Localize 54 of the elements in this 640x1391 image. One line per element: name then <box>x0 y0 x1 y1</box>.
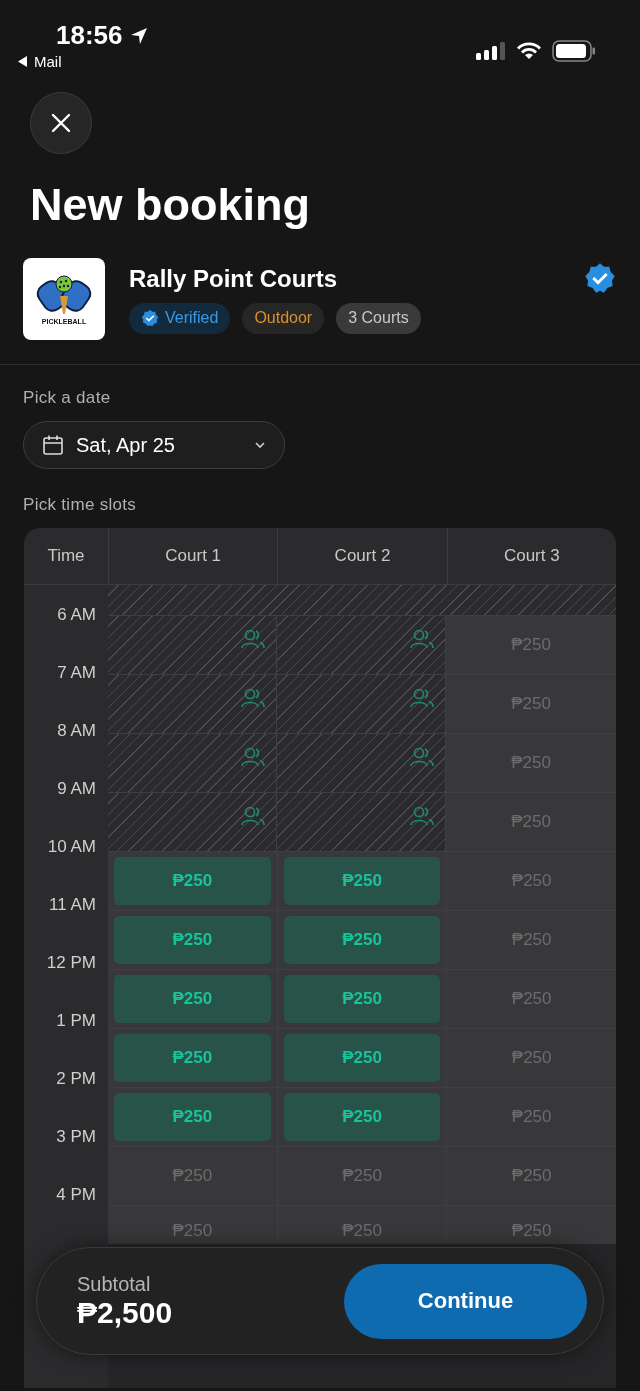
clock-time: 18:56 <box>56 20 123 51</box>
time-label: 10 AM <box>46 837 97 858</box>
time-slot[interactable]: ₱250 <box>283 1093 441 1141</box>
time-slot[interactable]: ₱250 <box>114 857 271 905</box>
time-label: 12 PM <box>45 953 97 974</box>
time-slot[interactable]: ₱250 <box>114 1034 271 1082</box>
time-label: 8 AM <box>56 721 97 742</box>
continue-button[interactable]: Continue <box>344 1263 587 1339</box>
time-slot[interactable]: ₱250 <box>114 916 271 964</box>
time-label: 6 AM <box>56 605 97 626</box>
column-header: Time <box>46 545 86 567</box>
time-slot[interactable]: ₱250 <box>114 1093 271 1141</box>
time-slot[interactable]: ₱250 <box>283 1034 441 1082</box>
back-triangle-icon <box>18 56 28 67</box>
column-header: Court 1 <box>108 528 278 584</box>
calendar-icon <box>42 434 64 456</box>
back-link[interactable]: Mail <box>18 53 149 70</box>
time-label: 9 AM <box>56 779 97 800</box>
time-label: 7 AM <box>56 663 97 684</box>
time-slot[interactable]: ₱250 <box>283 975 441 1023</box>
close-icon <box>51 113 71 133</box>
signal-icon <box>476 40 506 61</box>
date-dropdown[interactable]: Sat, Apr 25 <box>23 421 285 469</box>
column-header: Court 2 <box>277 528 447 584</box>
people-icon <box>409 687 435 709</box>
venue-tag: 3 Courts <box>336 302 421 334</box>
people-icon <box>240 805 266 827</box>
time-label: 4 PM <box>55 1185 97 1206</box>
people-icon <box>409 746 435 768</box>
venue-tag: Outdoor <box>242 302 325 334</box>
venue-tag: Verified <box>129 302 231 334</box>
subtotal-amount: ₱2,500 <box>77 1295 173 1330</box>
time-slot[interactable]: ₱250 <box>283 916 441 964</box>
people-icon <box>240 628 266 650</box>
subtotal-label: Subtotal <box>77 1272 152 1296</box>
time-label: 3 PM <box>55 1127 97 1148</box>
battery-icon <box>552 39 596 62</box>
section-label: Pick time slots <box>23 495 138 515</box>
section-label: Pick a date <box>23 388 112 408</box>
people-icon <box>409 628 435 650</box>
page-title: New booking <box>30 178 311 232</box>
time-slot[interactable]: ₱250 <box>114 975 271 1023</box>
time-label: 11 AM <box>48 895 97 916</box>
time-label: 2 PM <box>55 1069 97 1090</box>
time-slot[interactable]: ₱250 <box>283 857 441 905</box>
wifi-icon <box>516 40 542 61</box>
people-icon <box>240 687 266 709</box>
people-icon <box>409 805 435 827</box>
time-label: 1 PM <box>55 1011 97 1032</box>
people-icon <box>240 746 266 768</box>
verified-badge-icon <box>141 309 159 327</box>
chevron-down-icon <box>254 441 266 449</box>
column-header: Court 3 <box>446 528 616 584</box>
venue-name: Rally Point Courts <box>129 264 339 293</box>
